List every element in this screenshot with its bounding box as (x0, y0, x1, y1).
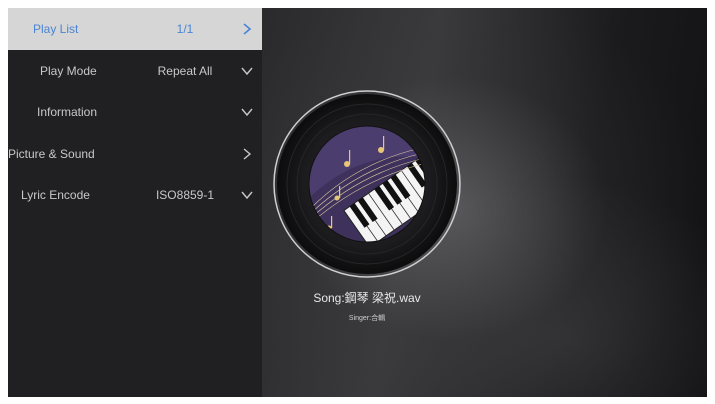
chevron-down-icon[interactable] (240, 188, 254, 202)
menu-item-information[interactable]: Information (8, 91, 262, 133)
chevron-right-icon[interactable] (240, 147, 254, 161)
song-title: Song:鋼琴 梁祝.wav (313, 291, 421, 305)
chevron-down-icon[interactable] (240, 105, 254, 119)
menu-item-value: ISO8859-1 (155, 188, 215, 202)
menu-item-label: Lyric Encode (21, 188, 90, 202)
now-playing-panel: Song:鋼琴 梁祝.wav Singer:合輯 (262, 8, 707, 397)
menu-item-label: Picture & Sound (8, 147, 95, 161)
menu-item-play-list[interactable]: Play List 1/1 (8, 8, 262, 50)
menu-item-label: Play Mode (40, 64, 97, 78)
menu-item-value: Repeat All (157, 64, 213, 78)
menu-item-label: Play List (33, 22, 79, 36)
menu-item-lyric-encode[interactable]: Lyric Encode ISO8859-1 (8, 174, 262, 216)
vinyl-record-icon (273, 90, 461, 278)
menu-item-label: Information (37, 105, 98, 119)
singer-name: Singer:合輯 (348, 315, 386, 322)
menu-item-picture-sound[interactable]: Picture & Sound (8, 133, 262, 175)
media-player-screen: Play List 1/1 Play Mode Repeat All Infor… (8, 8, 707, 397)
menu-item-value: 1/1 (176, 22, 194, 36)
menu-item-play-mode[interactable]: Play Mode Repeat All (8, 50, 262, 92)
chevron-down-icon[interactable] (240, 64, 254, 78)
chevron-right-icon[interactable] (240, 22, 254, 36)
settings-menu: Play List 1/1 Play Mode Repeat All Infor… (8, 8, 262, 397)
